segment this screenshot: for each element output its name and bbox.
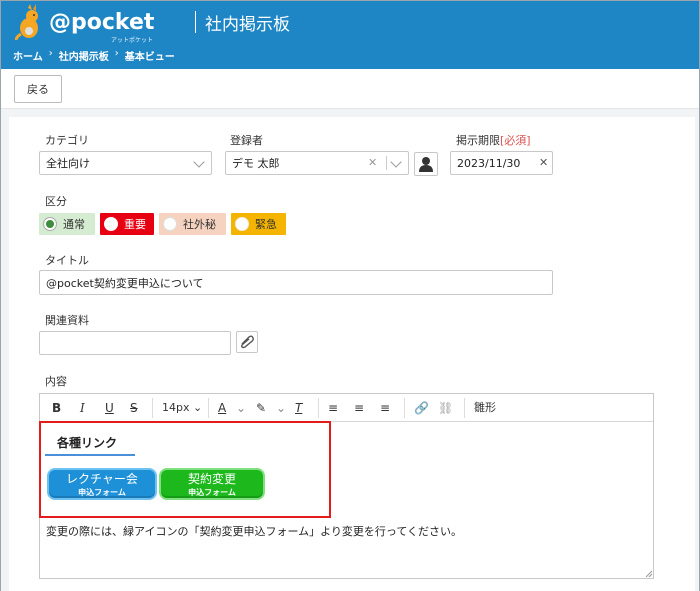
attachment-label: 関連資料 — [45, 314, 89, 327]
highlight-icon[interactable]: ✎ — [256, 400, 266, 416]
deadline-value: 2023/11/30 — [457, 156, 521, 170]
radio-icon — [104, 217, 118, 231]
divider — [464, 398, 465, 418]
user-picker-button[interactable] — [414, 152, 438, 176]
toolbar: 戻る — [1, 69, 699, 109]
divider — [404, 398, 405, 418]
kubun-option-important[interactable]: 重要 — [100, 213, 154, 235]
app-title: 社内掲示板 — [205, 15, 290, 35]
title-value: @pocket契約変更申込について — [46, 276, 204, 290]
resize-handle-icon[interactable] — [645, 570, 653, 578]
title-input[interactable]: @pocket契約変更申込について — [39, 270, 553, 295]
align-right-icon[interactable]: ≡ — [380, 400, 390, 416]
attachment-input[interactable] — [39, 331, 231, 355]
title-divider — [195, 11, 196, 33]
divider — [386, 156, 387, 170]
clear-icon[interactable]: ✕ — [368, 156, 377, 169]
radio-icon — [235, 217, 249, 231]
breadcrumb-view[interactable]: 基本ビュー — [125, 48, 175, 63]
contract-button-main: 契約変更 — [187, 472, 236, 486]
link-icon[interactable]: 🔗 — [414, 400, 429, 416]
app-header: @pocket アットポケット 社内掲示板 ホーム › 社内掲示板 › 基本ビュ… — [1, 1, 699, 69]
underline-icon[interactable]: U — [105, 400, 114, 416]
deadline-date-input[interactable]: 2023/11/30 ✕ — [450, 151, 553, 175]
attach-button[interactable] — [236, 331, 258, 353]
contract-button-sub: 申込フォーム — [188, 488, 236, 497]
back-button[interactable]: 戻る — [14, 75, 62, 103]
logo-text: @pocket — [49, 10, 155, 35]
breadcrumb-home[interactable]: ホーム — [13, 48, 43, 63]
person-icon — [419, 157, 433, 172]
align-center-icon[interactable]: ≡ — [354, 400, 364, 416]
kubun-label: 区分 — [45, 195, 67, 208]
section-underline — [45, 454, 135, 456]
editor-toolbar: B I U S 14px ⌄ A ⌄ ✎ ⌄ T ≡ ≡ ≡ 🔗 ⛓ 雛形 — [40, 394, 653, 422]
unlink-icon[interactable]: ⛓ — [438, 400, 453, 416]
breadcrumb-board[interactable]: 社内掲示板 — [59, 48, 109, 63]
kangaroo-logo-icon — [15, 4, 38, 40]
category-select[interactable]: 全社向け — [39, 151, 212, 175]
deadline-label-text: 掲示期限 — [456, 134, 500, 147]
clear-date-icon[interactable]: ✕ — [539, 156, 548, 169]
font-size-value: 14px — [162, 401, 190, 414]
kubun-option-urgent[interactable]: 緊急 — [231, 213, 286, 235]
kubun-option-label: 通常 — [63, 218, 85, 231]
category-label: カテゴリ — [45, 134, 89, 147]
kubun-option-confidential[interactable]: 社外秘 — [159, 213, 226, 235]
registrant-select[interactable]: デモ 太郎 ✕ — [225, 151, 409, 175]
content-label: 内容 — [45, 375, 67, 388]
chevron-down-icon — [390, 156, 402, 168]
deadline-label: 掲示期限[必須] — [456, 132, 531, 148]
category-value: 全社向け — [46, 157, 90, 170]
chevron-down-icon — [193, 156, 205, 168]
lecture-form-button[interactable]: レクチャー会 申込フォーム — [47, 468, 157, 500]
paperclip-icon — [240, 335, 254, 349]
align-left-icon[interactable]: ≡ — [328, 400, 338, 416]
lecture-button-sub: 申込フォーム — [78, 488, 126, 497]
strikethrough-icon[interactable]: S — [130, 400, 138, 416]
font-size-select[interactable]: 14px ⌄ — [162, 400, 202, 416]
chevron-right-icon: › — [48, 48, 53, 59]
logo-subtext: アットポケット — [111, 37, 154, 44]
kubun-option-normal[interactable]: 通常 — [39, 213, 95, 235]
title-label: タイトル — [45, 254, 89, 267]
divider — [208, 398, 209, 418]
template-button[interactable]: 雛形 — [474, 400, 496, 416]
radio-selected-icon — [43, 217, 57, 231]
registrant-value: デモ 太郎 — [232, 157, 280, 170]
required-mark: [必須] — [500, 134, 531, 147]
section-title: 各種リンク — [57, 436, 118, 450]
chevron-down-icon[interactable]: ⌄ — [276, 400, 286, 416]
chevron-right-icon: › — [114, 48, 119, 59]
kubun-option-label: 重要 — [124, 218, 146, 231]
contract-change-form-button[interactable]: 契約変更 申込フォーム — [159, 468, 265, 500]
bold-icon[interactable]: B — [52, 400, 61, 416]
registrant-label: 登録者 — [230, 134, 263, 147]
divider — [318, 398, 319, 418]
font-color-icon[interactable]: A — [218, 400, 226, 416]
clear-format-icon[interactable]: T — [295, 400, 302, 416]
divider — [152, 398, 153, 418]
lecture-button-main: レクチャー会 — [66, 472, 138, 486]
radio-icon — [163, 217, 177, 231]
chevron-down-icon[interactable]: ⌄ — [236, 400, 246, 416]
italic-icon[interactable]: I — [80, 400, 85, 416]
editor-body-text: 変更の際には、緑アイコンの「契約変更申込フォーム」より変更を行ってください。 — [46, 525, 463, 538]
kubun-option-label: 緊急 — [255, 218, 277, 231]
kubun-option-label: 社外秘 — [183, 218, 216, 231]
breadcrumb: ホーム › 社内掲示板 › 基本ビュー — [13, 48, 175, 63]
